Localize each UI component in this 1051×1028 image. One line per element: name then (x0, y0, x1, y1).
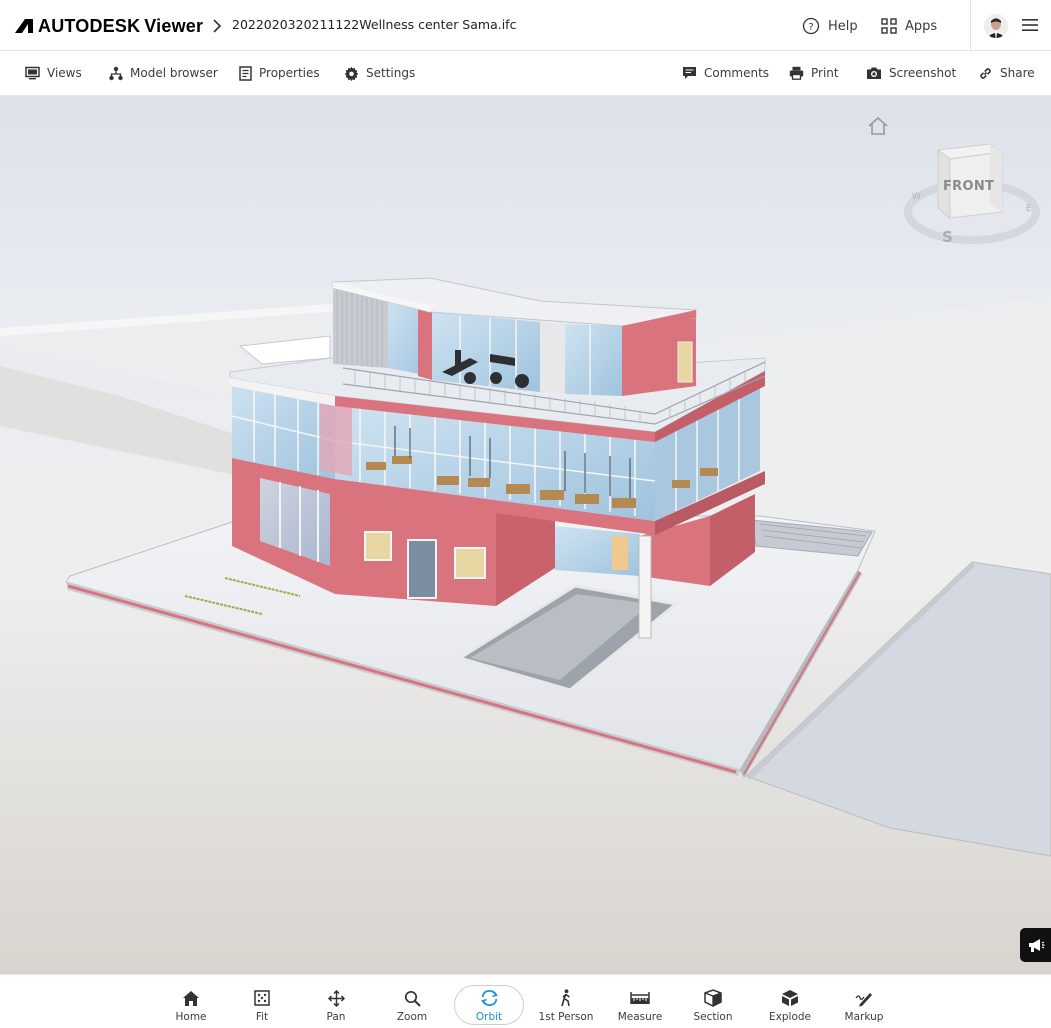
first-person-tool-button[interactable]: 1st Person (538, 975, 594, 1028)
home-icon (183, 990, 199, 1006)
home-tool-label: Home (175, 1011, 207, 1023)
views-button[interactable]: Views (25, 63, 82, 83)
model-browser-label: Model browser (130, 66, 218, 80)
walk-icon (561, 989, 570, 1007)
pan-tool-label: Pan (326, 1011, 346, 1023)
building-model-render[interactable] (0, 96, 1051, 974)
pen-icon (855, 993, 872, 1007)
home-tool-button[interactable]: Home (175, 975, 207, 1028)
file-name: 2022020320211122Wellness center Sama.ifc (232, 17, 517, 32)
properties-icon (239, 65, 252, 81)
fit-icon (254, 990, 270, 1006)
apps-grid-icon (881, 18, 897, 34)
pan-tool-button[interactable]: Pan (321, 975, 351, 1028)
autodesk-logo-icon (15, 19, 33, 33)
settings-label: Settings (366, 66, 416, 80)
link-icon (980, 67, 991, 79)
model-viewport[interactable]: FRONT S E W (0, 96, 1051, 974)
compass-south-label: S (942, 228, 953, 246)
measure-tool-label: Measure (617, 1011, 663, 1023)
svg-text:?: ? (808, 22, 813, 33)
model-browser-button[interactable]: Model browser (109, 63, 218, 83)
monitor-icon (25, 66, 40, 80)
orbit-icon (480, 990, 498, 1006)
comment-icon (683, 67, 696, 79)
orbit-tool-label: Orbit (475, 1011, 503, 1023)
app-header: AUTODESK Viewer 2022020320211122Wellness… (0, 0, 1051, 51)
screenshot-label: Screenshot (889, 66, 957, 80)
help-label: Help (828, 18, 858, 34)
gear-icon (344, 66, 359, 81)
help-icon: ? (802, 17, 820, 35)
share-button[interactable]: Share (978, 63, 1035, 83)
screenshot-button[interactable]: Screenshot (866, 63, 956, 83)
comments-label: Comments (704, 66, 770, 80)
section-tool-label: Section (693, 1011, 733, 1023)
compass-west-label: W (912, 192, 921, 202)
user-portrait-icon (984, 14, 1008, 38)
printer-icon (789, 66, 804, 80)
viewcube-front-label: FRONT (943, 179, 995, 194)
chevron-right-icon (213, 19, 222, 33)
comments-button[interactable]: Comments (682, 63, 769, 83)
zoom-icon (404, 990, 421, 1007)
measure-tool-button[interactable]: Measure (618, 975, 662, 1028)
markup-tool-button[interactable]: Markup (844, 975, 884, 1028)
apps-button[interactable]: Apps (881, 15, 937, 37)
ruler-icon (630, 992, 650, 1004)
secondary-toolbar: Views Model browser Properties Settings … (0, 51, 1051, 96)
autodesk-logo[interactable]: AUTODESK Viewer (14, 14, 203, 38)
help-button[interactable]: ? Help (802, 15, 858, 37)
feedback-button[interactable] (1020, 928, 1051, 962)
orbit-tool-button[interactable]: Orbit (472, 975, 506, 1028)
zoom-tool-button[interactable]: Zoom (396, 975, 428, 1028)
home-view-icon[interactable] (867, 116, 889, 136)
camera-icon (867, 67, 881, 79)
print-label: Print (811, 66, 839, 80)
explode-tool-button[interactable]: Explode (769, 975, 811, 1028)
viewcube-icon (904, 143, 1040, 244)
compass-east-label: E (1026, 204, 1032, 214)
share-label: Share (1000, 66, 1035, 80)
product-name: Viewer (144, 15, 204, 36)
explode-tool-label: Explode (769, 1011, 811, 1023)
fit-tool-button[interactable]: Fit (247, 975, 277, 1028)
navigation-toolbar: Home Fit Pan Zoom Orbit 1st Person Measu… (0, 974, 1051, 1028)
header-divider (970, 0, 971, 51)
brand-name: AUTODESK (38, 15, 141, 36)
section-icon (704, 989, 722, 1007)
viewcube-navigation[interactable]: FRONT S E W (904, 142, 1042, 252)
fit-tool-label: Fit (255, 1011, 269, 1023)
properties-button[interactable]: Properties (239, 63, 320, 83)
hamburger-menu-icon[interactable] (1021, 17, 1039, 33)
settings-button[interactable]: Settings (344, 63, 415, 83)
properties-label: Properties (259, 66, 320, 80)
user-avatar[interactable] (984, 14, 1008, 38)
pan-icon (327, 989, 345, 1007)
explode-icon (782, 990, 798, 1006)
zoom-tool-label: Zoom (396, 1011, 428, 1023)
section-tool-button[interactable]: Section (693, 975, 733, 1028)
print-button[interactable]: Print (789, 63, 839, 83)
first-person-tool-label: 1st Person (538, 1011, 594, 1023)
tree-icon (109, 66, 123, 80)
views-label: Views (47, 66, 82, 80)
megaphone-icon (1028, 939, 1044, 952)
apps-label: Apps (905, 18, 938, 34)
markup-tool-label: Markup (844, 1011, 884, 1023)
